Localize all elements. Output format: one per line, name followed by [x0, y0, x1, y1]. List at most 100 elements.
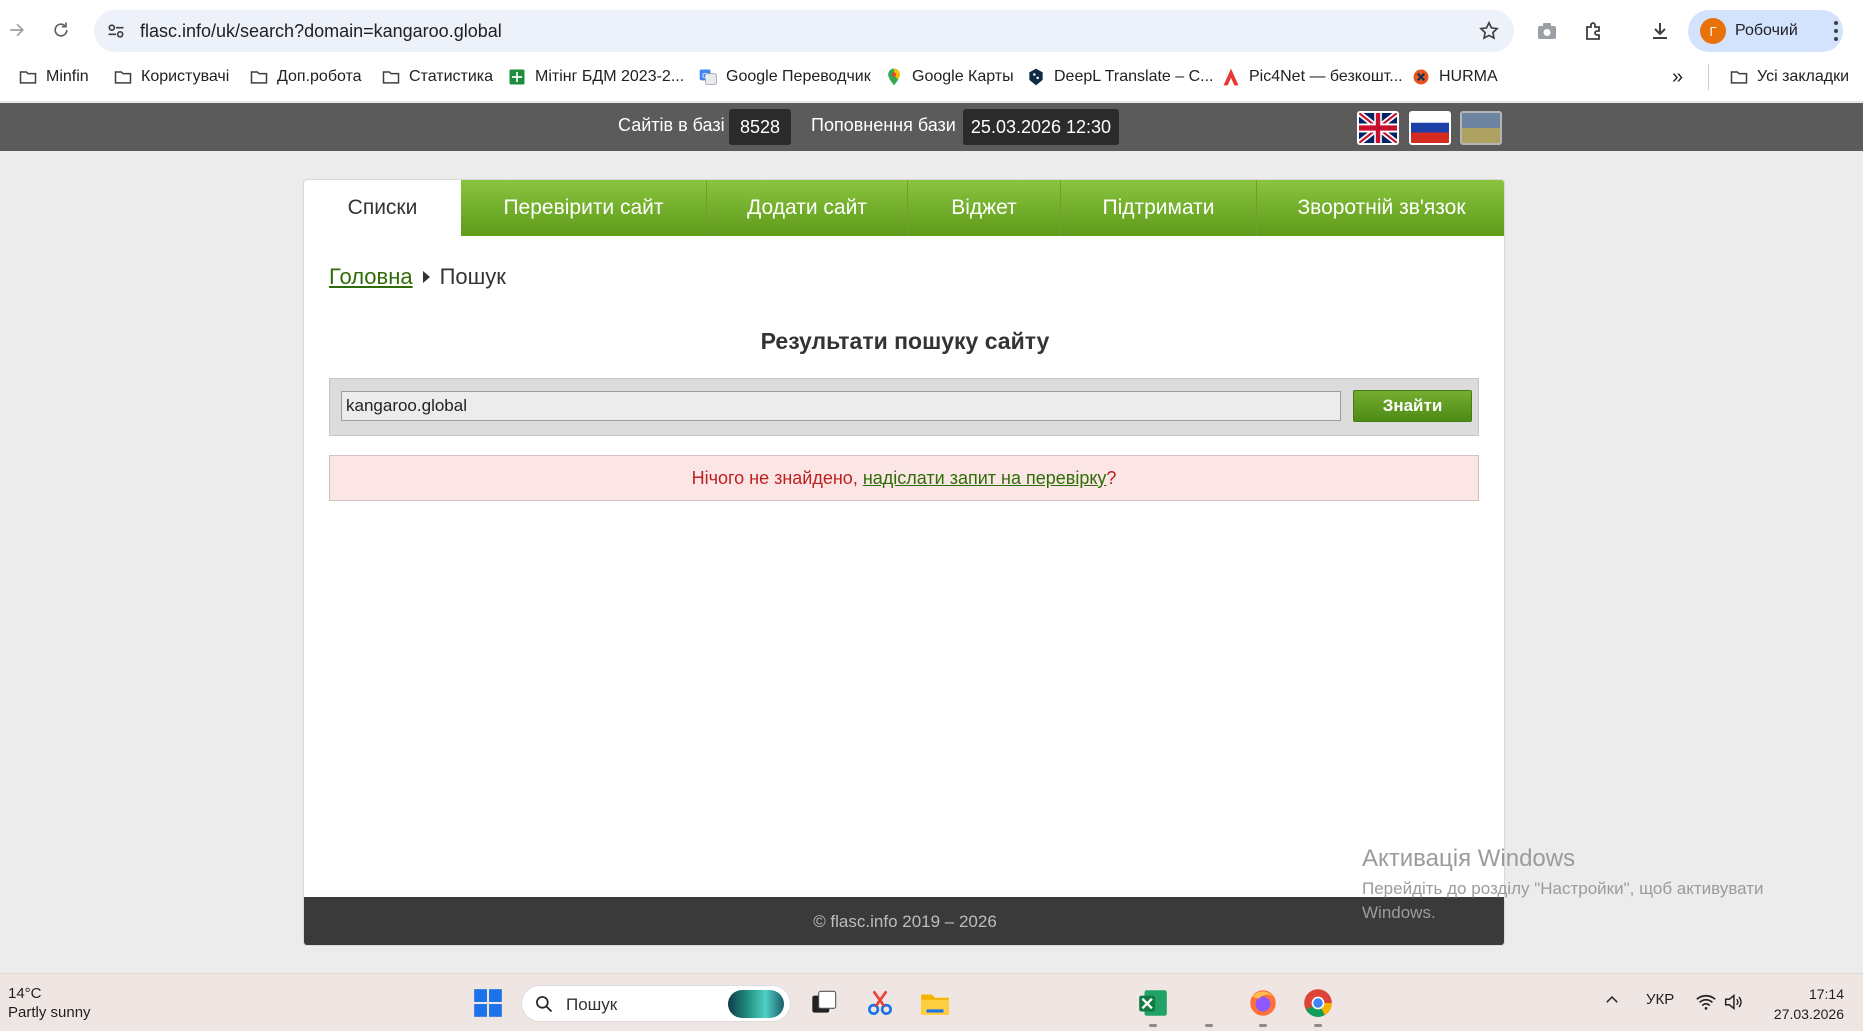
- bookmarks-bar: Minfin Користувачі Доп.робота Статистика…: [0, 62, 1863, 102]
- watermark-text: Перейдіть до розділу "Настройки", щоб ак…: [1362, 879, 1764, 922]
- bookmark-pic4net[interactable]: Pic4Net — безкошт...: [1221, 62, 1403, 92]
- app-running-indicator: [1205, 1024, 1213, 1027]
- bookmark-star-icon[interactable]: [1478, 20, 1500, 42]
- sites-count-value: 8528: [729, 109, 791, 145]
- chrome-running-indicator: [1314, 1024, 1322, 1027]
- weather-condition: Partly sunny: [8, 1004, 91, 1021]
- bookmark-minfin[interactable]: Minfin: [18, 62, 89, 92]
- task-view-icon[interactable]: [807, 986, 841, 1020]
- taskbar-search-label: Пошук: [566, 995, 618, 1014]
- firefox-icon[interactable]: [1246, 986, 1280, 1020]
- all-bookmarks[interactable]: Усі закладки: [1729, 62, 1849, 92]
- main-nav: Списки Перевірити сайт Додати сайт Відже…: [304, 180, 1504, 236]
- pic4net-icon: [1223, 68, 1239, 86]
- address-bar[interactable]: flasc.info/uk/search?domain=kangaroo.glo…: [94, 10, 1514, 52]
- menu-button[interactable]: [1824, 17, 1848, 45]
- url-text[interactable]: flasc.info/uk/search?domain=kangaroo.glo…: [140, 21, 502, 42]
- more-bookmarks-chevron-icon[interactable]: »: [1672, 62, 1683, 92]
- firefox-running-indicator: [1259, 1024, 1267, 1027]
- request-check-link[interactable]: надіслати запит на перевірку: [863, 468, 1107, 488]
- bookmark-deepl[interactable]: DeepL Translate – С...: [1026, 62, 1214, 92]
- breadcrumb-current: Пошук: [439, 264, 506, 289]
- windows-start-icon[interactable]: [471, 986, 505, 1020]
- reload-icon: [54, 22, 68, 37]
- search-panel: Знайти: [329, 378, 1479, 436]
- tab-feedback[interactable]: Зворотній зв'язок: [1257, 180, 1504, 236]
- tab-support[interactable]: Підтримати: [1061, 180, 1257, 236]
- no-results-alert: Нічого не знайдено, надіслати запит на п…: [329, 455, 1479, 501]
- bookmark-google-maps[interactable]: Google Карты: [884, 62, 1014, 92]
- browser-toolbar: flasc.info/uk/search?domain=kangaroo.glo…: [0, 0, 1863, 62]
- bookmarks-divider: [1708, 64, 1709, 90]
- excel-running-indicator: [1149, 1024, 1157, 1027]
- clock-date: 27.03.2026: [1773, 1006, 1844, 1022]
- wifi-icon[interactable]: [1695, 991, 1717, 1013]
- tab-check-site[interactable]: Перевірити сайт: [461, 180, 707, 236]
- bookmark-statistics[interactable]: Статистика: [381, 62, 493, 92]
- volume-icon[interactable]: [1722, 991, 1744, 1013]
- deepl-icon: [1029, 68, 1043, 86]
- update-value: 25.03.2026 12:30: [963, 109, 1119, 145]
- bookmark-google-translate[interactable]: G Google Переводчик: [698, 62, 871, 92]
- breadcrumb-home-link[interactable]: Головна: [329, 264, 413, 290]
- folder-icon: [382, 71, 400, 84]
- breadcrumb: Головна Пошук: [329, 264, 506, 290]
- ukrainian-flag-icon[interactable]: [1460, 111, 1502, 145]
- tab-widget[interactable]: Віджет: [908, 180, 1061, 236]
- camera-icon[interactable]: [1535, 19, 1559, 43]
- search-highlight-image: [728, 990, 784, 1018]
- folder-icon: [250, 71, 268, 84]
- reload-button[interactable]: [46, 15, 76, 45]
- weather-widget[interactable]: 14°C Partly sunny: [8, 984, 91, 1022]
- bookmark-hurma[interactable]: HURMA: [1411, 62, 1498, 92]
- search-input[interactable]: [341, 391, 1341, 421]
- snipping-tool-icon[interactable]: [863, 986, 897, 1020]
- taskbar-search[interactable]: Пошук: [521, 985, 791, 1022]
- update-label: Поповнення бази: [811, 115, 956, 135]
- excel-icon[interactable]: [1136, 986, 1170, 1020]
- sheets-icon: [509, 69, 525, 85]
- chrome-icon[interactable]: [1301, 986, 1335, 1020]
- windows-taskbar: 14°C Partly sunny Пошук УКР 17:14 27.03.…: [0, 973, 1863, 1031]
- bookmark-users[interactable]: Користувачі: [113, 62, 229, 92]
- no-results-text: Нічого не знайдено,: [691, 468, 858, 488]
- bookmark-extra-work[interactable]: Доп.робота: [249, 62, 362, 92]
- hurma-icon: [1413, 69, 1429, 85]
- alert-suffix: ?: [1106, 468, 1117, 488]
- tab-add-site[interactable]: Додати сайт: [707, 180, 908, 236]
- footer-copyright: © flasc.info 2019 – 2026: [304, 897, 1504, 945]
- system-clock[interactable]: 17:14 27.03.2026: [1766, 984, 1844, 1024]
- forward-button[interactable]: [2, 15, 32, 45]
- sites-count-label: Сайтів в базі: [618, 115, 725, 135]
- chevron-up-icon[interactable]: [1603, 991, 1621, 1009]
- breadcrumb-arrow-icon: [422, 271, 430, 283]
- content-card: Списки Перевірити сайт Додати сайт Відже…: [303, 179, 1505, 946]
- search-button[interactable]: Знайти: [1353, 390, 1472, 422]
- arrow-right-icon: [10, 23, 25, 37]
- weather-temperature: 14°C: [8, 985, 42, 1002]
- windows-activation-watermark: Активація Windows Перейдіть до розділу "…: [1362, 845, 1802, 925]
- russian-flag-icon[interactable]: [1409, 111, 1451, 145]
- folder-icon: [19, 71, 37, 84]
- language-indicator[interactable]: УКР: [1646, 991, 1674, 1008]
- search-icon: [536, 996, 553, 1013]
- folder-icon: [114, 71, 132, 84]
- page-title: Результати пошуку сайту: [760, 328, 1050, 354]
- svg-text:G: G: [702, 71, 708, 80]
- file-explorer-icon[interactable]: [918, 986, 952, 1020]
- profile-name: Робочий: [1735, 22, 1798, 39]
- tab-lists[interactable]: Списки: [304, 180, 461, 236]
- site-info-icon[interactable]: [106, 21, 126, 41]
- bookmark-meeting[interactable]: Мітінг БДМ 2023-2...: [507, 62, 684, 92]
- site-stats-bar: Сайтів в базі 8528 Поповнення бази 25.03…: [0, 103, 1863, 151]
- download-icon[interactable]: [1648, 19, 1672, 43]
- english-flag-icon[interactable]: [1357, 111, 1399, 145]
- google-translate-icon: G: [699, 69, 717, 85]
- profile-button[interactable]: Г Робочий: [1688, 10, 1843, 52]
- extensions-icon[interactable]: [1582, 19, 1606, 43]
- watermark-title: Активація Windows: [1362, 845, 1576, 872]
- clock-time: 17:14: [1808, 986, 1844, 1002]
- avatar: Г: [1700, 18, 1726, 44]
- folder-icon: [1730, 71, 1748, 84]
- google-maps-icon: [888, 68, 900, 86]
